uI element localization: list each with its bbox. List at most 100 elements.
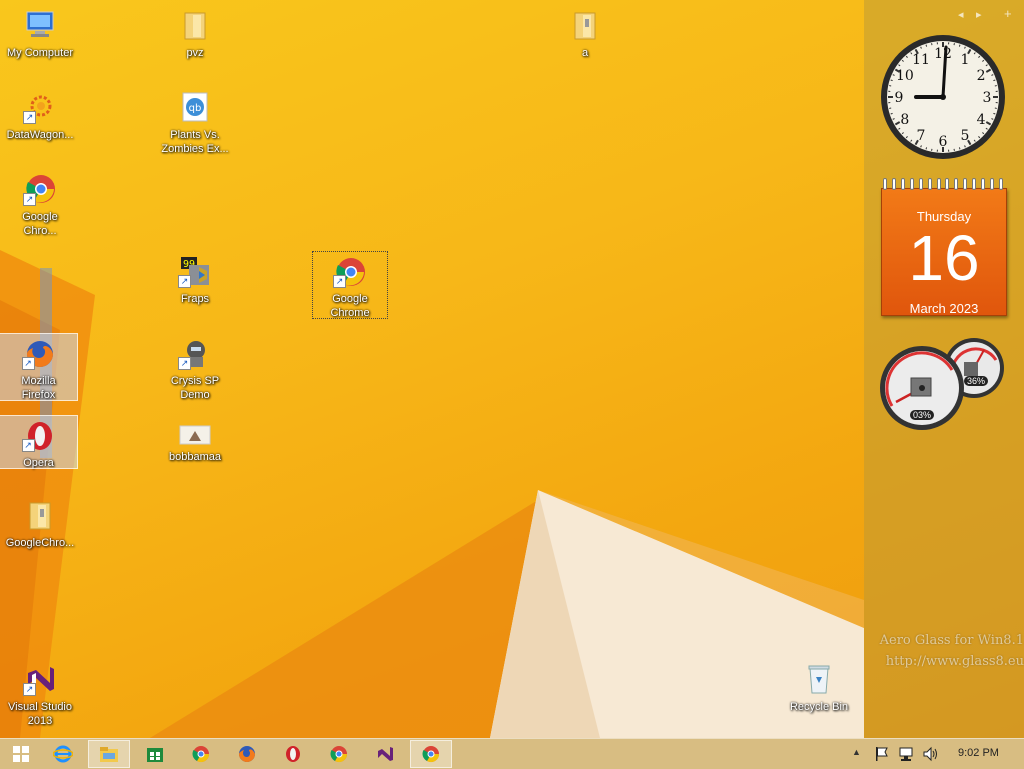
folder-icon bbox=[178, 8, 212, 42]
clock-number: 4 bbox=[977, 112, 986, 128]
fraps-shortcut[interactable]: 99 ↗ Fraps bbox=[155, 250, 235, 306]
icon-label: Google Chro... bbox=[0, 210, 80, 238]
datawagon-shortcut[interactable]: ↗ DataWagon... bbox=[0, 86, 80, 142]
pvz-folder[interactable]: pvz bbox=[155, 4, 235, 60]
calendar-date: 16 bbox=[882, 223, 1006, 293]
google-chrome-shortcut-center[interactable]: ↗ Google Chrome bbox=[313, 252, 387, 318]
clock-tick bbox=[959, 45, 960, 47]
chrome-icon: ↗ bbox=[333, 256, 367, 288]
googlechrome-folder[interactable]: GoogleChro... bbox=[0, 494, 80, 550]
datawagon-icon: ↗ bbox=[23, 90, 57, 124]
visual-studio-icon: ↗ bbox=[23, 662, 57, 696]
watermark-line-2: http://www.glass8.eu bbox=[870, 651, 1024, 672]
recycle-bin[interactable]: Recycle Bin bbox=[779, 658, 859, 714]
gadget-prev-button[interactable]: ◂ bbox=[958, 8, 964, 21]
clock-number: 8 bbox=[900, 112, 909, 128]
opera-shortcut[interactable]: ↗ Opera bbox=[0, 416, 77, 468]
crysis-sp-demo-shortcut[interactable]: ↗ Crysis SP Demo bbox=[155, 332, 235, 402]
google-chrome-shortcut-left[interactable]: ↗ Google Chro... bbox=[0, 168, 80, 238]
taskbar-clock[interactable]: 9:02 PM bbox=[958, 747, 999, 759]
file-explorer-icon bbox=[99, 745, 119, 763]
chrome-icon bbox=[192, 745, 210, 763]
network-icon[interactable] bbox=[898, 746, 914, 762]
cpu-meter-gadget[interactable]: 03% 36% bbox=[878, 336, 1008, 432]
shortcut-arrow-icon: ↗ bbox=[22, 439, 35, 452]
clock-number: 11 bbox=[912, 52, 930, 68]
start-button[interactable] bbox=[0, 740, 42, 768]
start-icon bbox=[13, 746, 29, 762]
clock-number: 1 bbox=[961, 52, 970, 68]
icon-label: GoogleChro... bbox=[0, 536, 80, 550]
icon-label: Fraps bbox=[155, 292, 235, 306]
cpu-usage-readout: 03% bbox=[910, 410, 934, 420]
folder-icon bbox=[23, 498, 57, 532]
computer-icon bbox=[23, 8, 57, 42]
taskbar-firefox[interactable] bbox=[226, 740, 268, 768]
a-folder[interactable]: a bbox=[545, 4, 625, 60]
shortcut-arrow-icon: ↗ bbox=[23, 111, 36, 124]
recycle-bin-icon bbox=[802, 662, 836, 696]
taskbar-visual-studio[interactable] bbox=[364, 740, 406, 768]
firefox-icon bbox=[238, 745, 256, 763]
icon-label: bobbamaa bbox=[155, 450, 235, 464]
taskbar-file-explorer[interactable] bbox=[88, 740, 130, 768]
svg-text:qb: qb bbox=[189, 103, 202, 114]
shortcut-arrow-icon: ↗ bbox=[333, 275, 346, 288]
clock-number: 9 bbox=[895, 90, 904, 106]
icon-label: Plants Vs. Zombies Ex... bbox=[155, 128, 235, 156]
visual-studio-shortcut[interactable]: ↗ Visual Studio 2013 bbox=[0, 658, 80, 728]
calendar-month-year: March 2023 bbox=[882, 301, 1006, 316]
shortcut-arrow-icon: ↗ bbox=[23, 193, 36, 206]
gadget-next-button[interactable]: ▸ bbox=[976, 8, 982, 21]
shortcut-arrow-icon: ↗ bbox=[178, 275, 191, 288]
icon-label: a bbox=[545, 46, 625, 60]
taskbar-internet-explorer[interactable] bbox=[42, 740, 84, 768]
opera-icon bbox=[284, 745, 302, 763]
icon-label: Opera bbox=[0, 456, 79, 470]
clock-number: 3 bbox=[983, 90, 992, 106]
icon-label: pvz bbox=[155, 46, 235, 60]
taskbar-chrome-2[interactable] bbox=[318, 740, 360, 768]
chrome-icon bbox=[422, 745, 440, 763]
clock-gadget[interactable]: 121234567891011 bbox=[880, 34, 1006, 160]
taskbar-store[interactable] bbox=[134, 740, 176, 768]
icon-label: Google Chrome bbox=[313, 292, 387, 320]
taskbar-chrome-1[interactable] bbox=[180, 740, 222, 768]
shortcut-arrow-icon: ↗ bbox=[23, 683, 36, 696]
clock-tick bbox=[926, 45, 927, 47]
opera-icon: ↗ bbox=[22, 420, 56, 452]
clock-number: 2 bbox=[977, 68, 986, 84]
icon-label: DataWagon... bbox=[0, 128, 80, 142]
plants-vs-zombies-file[interactable]: qb Plants Vs. Zombies Ex... bbox=[155, 86, 235, 156]
taskbar-chrome-3[interactable] bbox=[410, 740, 452, 768]
desktop[interactable]: My Computer ↗ DataWagon... ↗ Google Chro… bbox=[0, 0, 1024, 738]
icon-label: Mozilla Firefox bbox=[0, 374, 79, 402]
add-gadget-button[interactable]: + bbox=[1004, 6, 1012, 21]
chrome-icon: ↗ bbox=[23, 172, 57, 206]
clock-tick bbox=[891, 80, 893, 81]
firefox-icon: ↗ bbox=[22, 338, 56, 370]
clock-tick bbox=[993, 113, 995, 114]
clock-number: 12 bbox=[934, 46, 952, 62]
image-thumbnail-icon bbox=[178, 424, 212, 446]
show-hidden-icons-button[interactable]: ▲ bbox=[852, 747, 861, 757]
visual-studio-icon bbox=[376, 745, 394, 763]
store-icon bbox=[146, 745, 164, 763]
crysis-icon: ↗ bbox=[178, 336, 212, 370]
clock-tick bbox=[993, 80, 995, 81]
calendar-rings bbox=[883, 178, 1003, 192]
taskbar-opera[interactable] bbox=[272, 740, 314, 768]
bobbamaa-image[interactable]: bobbamaa bbox=[155, 420, 235, 464]
mozilla-firefox-shortcut[interactable]: ↗ Mozilla Firefox bbox=[0, 334, 77, 400]
qbittorrent-icon: qb bbox=[178, 90, 212, 124]
chrome-icon bbox=[330, 745, 348, 763]
my-computer-icon[interactable]: My Computer bbox=[0, 4, 80, 60]
action-center-flag-icon[interactable] bbox=[874, 746, 888, 762]
taskbar: ▲ 9:02 PM bbox=[0, 738, 1024, 769]
calendar-gadget[interactable]: Thursday 16 March 2023 bbox=[881, 178, 1005, 314]
clock-tick bbox=[891, 113, 893, 114]
clock-tick bbox=[959, 147, 960, 149]
fraps-icon: 99 ↗ bbox=[178, 254, 212, 288]
volume-icon[interactable] bbox=[922, 746, 938, 762]
icon-label: Crysis SP Demo bbox=[155, 374, 235, 402]
